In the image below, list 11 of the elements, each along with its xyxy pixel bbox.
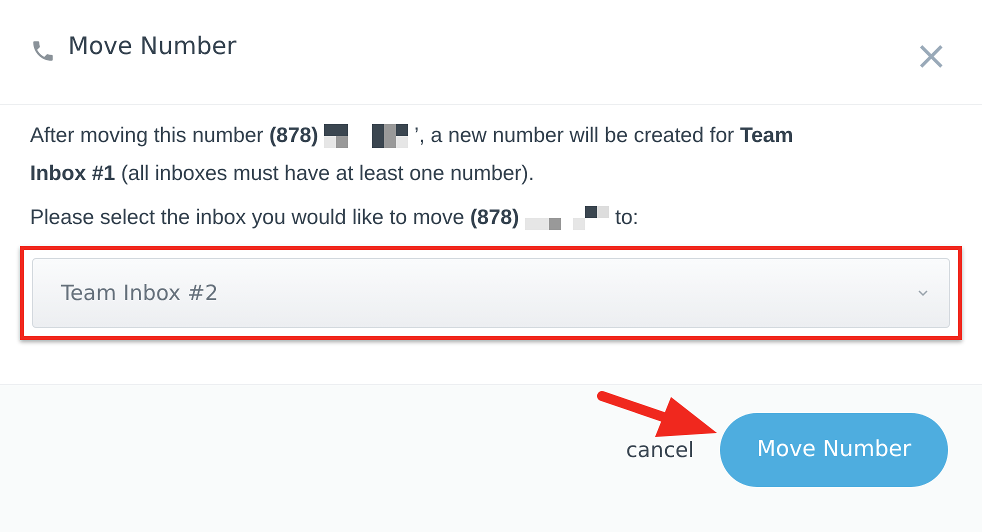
prompt-text: Please select the inbox you would like to move (878) — [30, 205, 520, 231]
cancel-button[interactable]: cancel — [626, 438, 694, 462]
message-text: After moving this number (878) — [30, 123, 318, 149]
inbox-select[interactable]: Team Inbox #2 — [32, 258, 950, 328]
chevron-down-icon — [917, 289, 929, 297]
dialog-title: Move Number — [68, 32, 238, 60]
prompt-text: to: — [615, 205, 638, 231]
move-number-button[interactable]: Move Number — [720, 412, 948, 486]
message-text: Inbox #1 (all inboxes must have at least one number). — [30, 161, 534, 187]
close-button[interactable]: × — [914, 40, 948, 72]
message-text: ’, a new number will be created for Team — [414, 123, 794, 149]
